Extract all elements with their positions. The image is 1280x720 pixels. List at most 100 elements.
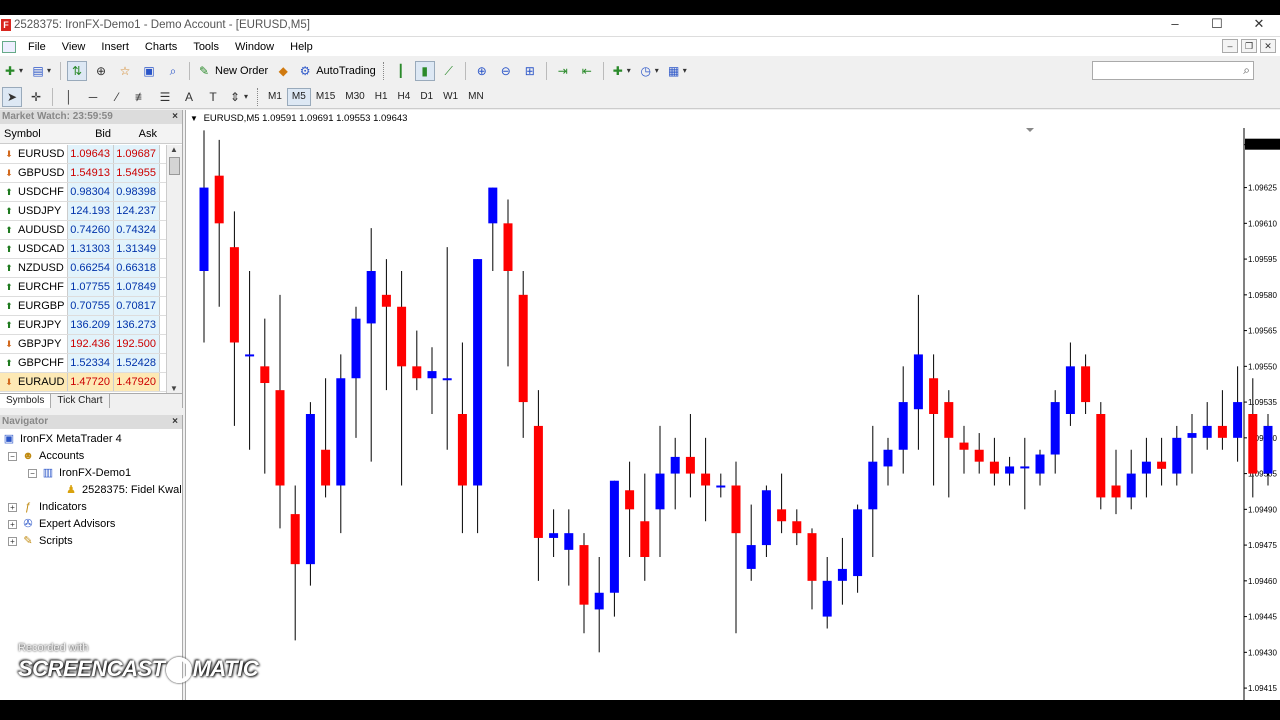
menu-insert[interactable]: Insert (93, 41, 137, 53)
candle[interactable] (245, 271, 255, 450)
candle[interactable] (777, 473, 787, 534)
chart-shift-button[interactable]: ⇥ (553, 61, 573, 81)
cursor-tool-button[interactable]: ➤ (2, 86, 22, 107)
tab-tick-chart[interactable]: Tick Chart (51, 394, 110, 408)
periods-button[interactable]: ◷ ▾ (638, 61, 662, 81)
timeframe-m1[interactable]: M1 (263, 88, 287, 106)
candle[interactable] (229, 211, 239, 426)
candle[interactable] (1005, 456, 1015, 486)
candle[interactable] (1187, 414, 1197, 474)
candle[interactable] (503, 199, 513, 367)
candle[interactable] (1172, 425, 1182, 486)
candle[interactable] (351, 306, 361, 438)
candle[interactable] (792, 509, 802, 546)
label-tool-button[interactable]: T (203, 87, 223, 107)
scroll-up-icon[interactable]: ▲ (170, 145, 178, 154)
chart-restore-button[interactable]: ❐ (1241, 39, 1257, 53)
candle[interactable] (761, 485, 771, 558)
candle[interactable] (807, 528, 817, 610)
candle[interactable] (533, 390, 543, 581)
candlestick-button[interactable]: ▮ (414, 61, 435, 81)
chart-shift-marker[interactable] (1025, 128, 1035, 132)
vertical-line-button[interactable]: │ (59, 87, 79, 107)
candle[interactable] (1141, 437, 1151, 498)
candle[interactable] (913, 294, 923, 450)
menu-help[interactable]: Help (282, 41, 321, 53)
market-watch-row[interactable]: ⬇ GBPUSD 1.54913 1.54955 (0, 164, 166, 183)
candle[interactable] (929, 354, 939, 486)
toolbar-grip[interactable] (382, 62, 386, 80)
collapse-icon[interactable]: − (28, 468, 37, 478)
menu-tools[interactable]: Tools (185, 41, 227, 53)
column-bid[interactable]: Bid (68, 124, 114, 143)
menu-view[interactable]: View (54, 41, 94, 53)
tile-windows-button[interactable]: ⊞ (520, 61, 540, 81)
candle[interactable] (260, 318, 270, 474)
candle[interactable] (625, 461, 635, 557)
chart-window-icon[interactable] (2, 40, 16, 53)
zoom-out-button[interactable]: ⊖ (496, 61, 516, 81)
candle[interactable] (640, 473, 650, 581)
candle[interactable] (412, 330, 422, 391)
market-watch-row[interactable]: ⬇ EURUSD 1.09643 1.09687 (0, 145, 166, 164)
terminal-button[interactable]: ▣ (139, 61, 159, 81)
candle[interactable] (549, 509, 559, 557)
timeframe-m5[interactable]: M5 (286, 87, 311, 106)
market-watch-row[interactable]: ⬇ GBPJPY 192.436 192.500 (0, 335, 166, 354)
strategy-tester-button[interactable]: ⌕ (163, 61, 183, 81)
market-watch-row[interactable]: ⬆ USDCAD 1.31303 1.31349 (0, 240, 166, 259)
candle[interactable] (336, 354, 346, 534)
candle[interactable] (822, 557, 832, 629)
timeframe-h1[interactable]: H1 (370, 88, 393, 106)
tree-server[interactable]: − ▥ IronFX-Demo1 (28, 465, 131, 481)
candle[interactable] (670, 437, 680, 510)
candle[interactable] (1157, 437, 1167, 486)
candle[interactable] (1248, 378, 1258, 498)
candlestick-chart[interactable]: 1.09643 1.09625 1.09610 1.09595 1.09580 1.095… (186, 128, 1280, 700)
new-order-button[interactable]: ✎ New Order (196, 61, 269, 81)
candle[interactable] (305, 402, 315, 586)
candle[interactable] (1217, 390, 1227, 450)
candle[interactable] (564, 509, 574, 586)
chart-menu-icon[interactable]: ▼ (190, 114, 198, 123)
line-chart-button[interactable]: ⟋ (439, 61, 459, 81)
candle[interactable] (199, 130, 209, 343)
expand-icon[interactable]: + (8, 536, 17, 546)
timeframe-m15[interactable]: M15 (311, 88, 340, 106)
scrollbar-thumb[interactable] (169, 157, 180, 175)
candle[interactable] (1081, 354, 1091, 414)
close-icon[interactable]: × (172, 110, 178, 124)
menu-file[interactable]: File (20, 41, 54, 53)
chart-minimize-button[interactable]: – (1222, 39, 1238, 53)
tree-account[interactable]: ♟ 2528375: Fidel Kwal (64, 482, 182, 498)
candle[interactable] (457, 342, 467, 534)
candle[interactable] (1233, 366, 1243, 462)
candle[interactable] (944, 390, 954, 498)
candle[interactable] (746, 504, 756, 581)
market-watch-scrollbar[interactable]: ▲ ▼ (166, 145, 182, 393)
menu-charts[interactable]: Charts (137, 41, 185, 53)
candle[interactable] (1202, 402, 1212, 450)
chart-close-button[interactable]: ✕ (1260, 39, 1276, 53)
templates-button[interactable]: ▦ ▾ (666, 61, 690, 81)
column-ask[interactable]: Ask (114, 124, 160, 143)
timeframe-m30[interactable]: M30 (340, 88, 369, 106)
market-watch-row[interactable]: ⬆ AUDUSD 0.74260 0.74324 (0, 221, 166, 240)
scroll-down-icon[interactable]: ▼ (170, 384, 178, 393)
new-chart-button[interactable]: ✚ ▾ (2, 61, 26, 81)
candle[interactable] (868, 425, 878, 557)
candle[interactable] (883, 437, 893, 486)
market-watch-row[interactable]: ⬆ EURJPY 136.209 136.273 (0, 316, 166, 335)
bar-chart-button[interactable]: ┃ (391, 61, 411, 81)
close-icon[interactable]: × (172, 415, 178, 429)
search-icon[interactable]: ⌕ (1243, 63, 1250, 78)
market-watch-row[interactable]: ⬆ NZDUSD 0.66254 0.66318 (0, 259, 166, 278)
candle[interactable] (381, 259, 391, 391)
candle[interactable] (1020, 437, 1030, 510)
candle[interactable] (397, 271, 407, 486)
trendline-button[interactable]: ⁄ (107, 87, 127, 107)
market-watch-row[interactable]: ⬆ USDJPY 124.193 124.237 (0, 202, 166, 221)
tree-accounts[interactable]: − ☻ Accounts (8, 448, 84, 464)
tree-expert-advisors[interactable]: + ✇ Expert Advisors (8, 516, 115, 532)
candle[interactable] (1096, 402, 1106, 510)
